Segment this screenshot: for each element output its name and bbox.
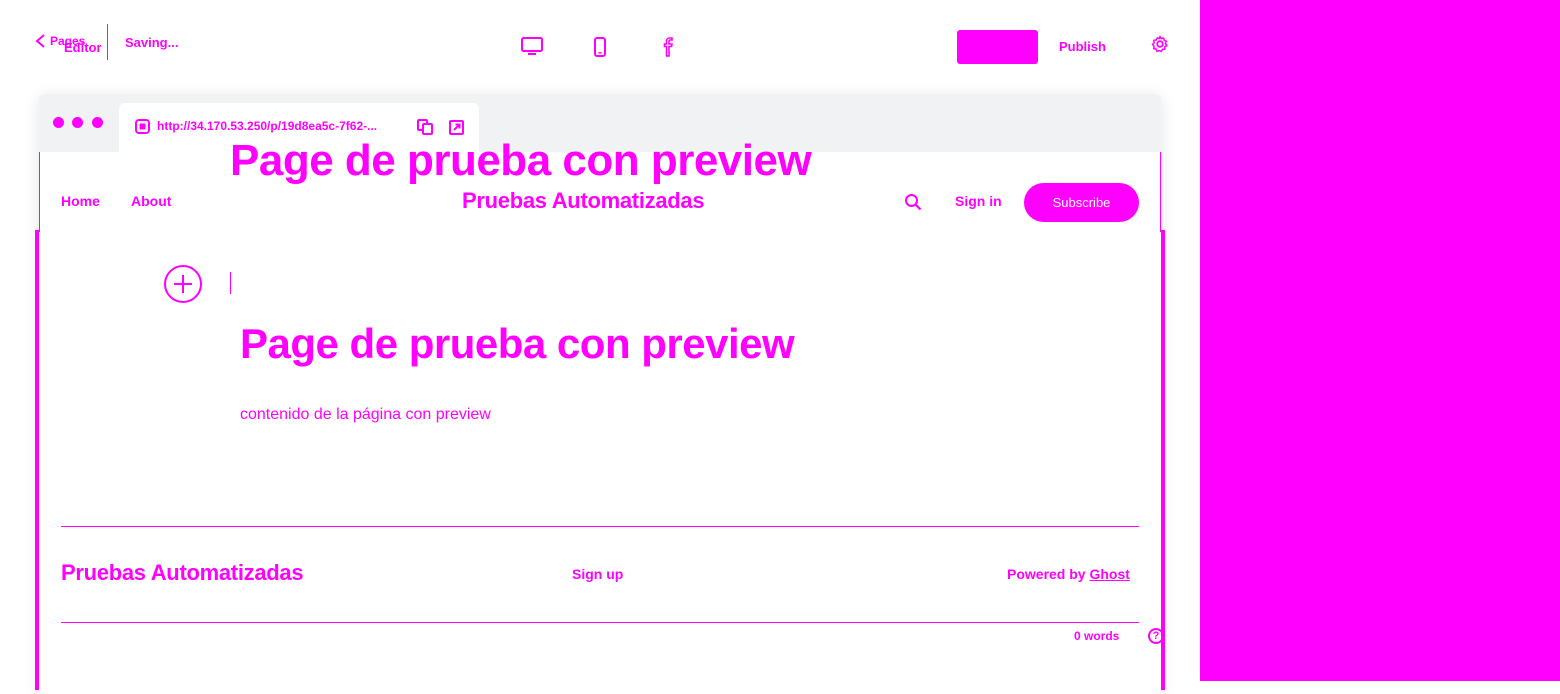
window-dot [92,117,103,128]
page-url: http://34.170.53.250/p/19d8ea5c-7f62-... [157,119,378,133]
copy-icon [417,119,433,135]
settings-button[interactable] [1148,32,1172,56]
powered-by: Powered by Ghost [1007,566,1130,582]
frame-border-right [1161,230,1165,690]
overlay-title: Page de prueba con preview [230,136,812,185]
save-status: Saving... [125,35,179,50]
editor-label: Editor [64,40,102,55]
publish-button[interactable]: Publish [1059,39,1106,54]
social-preview-button[interactable] [656,35,680,59]
window-dot [72,117,83,128]
nav-about[interactable]: About [131,193,171,209]
post-body[interactable]: contenido de la página con preview [240,406,491,424]
help-button[interactable]: ? [1148,628,1164,644]
ghost-link[interactable]: Ghost [1089,566,1129,582]
lock-icon [135,119,150,139]
side-panel [1200,0,1560,681]
text-cursor [230,272,231,294]
site-search-button[interactable] [901,190,925,214]
bottom-divider [61,622,1139,623]
sign-in-link[interactable]: Sign in [955,193,1002,209]
add-card-button[interactable] [164,265,202,303]
footer-site-title[interactable]: Pruebas Automatizadas [61,560,304,586]
site-title[interactable]: Pruebas Automatizadas [462,188,705,214]
mobile-preview-button[interactable] [588,35,612,59]
word-count: 0 words [1074,629,1120,643]
post-title[interactable]: Page de prueba con preview [240,320,795,368]
settings-icon [1151,35,1168,53]
help-icon: ? [1152,630,1160,642]
divider [107,24,108,60]
desktop-preview-button[interactable] [520,35,544,59]
preview-button[interactable] [957,30,1038,64]
powered-prefix: Powered by [1007,566,1090,582]
mobile-icon [594,37,606,57]
nav-home[interactable]: Home [61,193,100,209]
window-dot [53,117,64,128]
frame-border-left [35,230,39,690]
sign-up-link[interactable]: Sign up [572,566,623,582]
search-icon [905,194,922,211]
facebook-icon [663,37,673,57]
desktop-icon [521,37,543,55]
footer-divider [61,526,1139,527]
external-link-icon [448,119,464,135]
subscribe-button[interactable]: Subscribe [1024,183,1139,222]
chevron-left-icon [35,34,45,48]
